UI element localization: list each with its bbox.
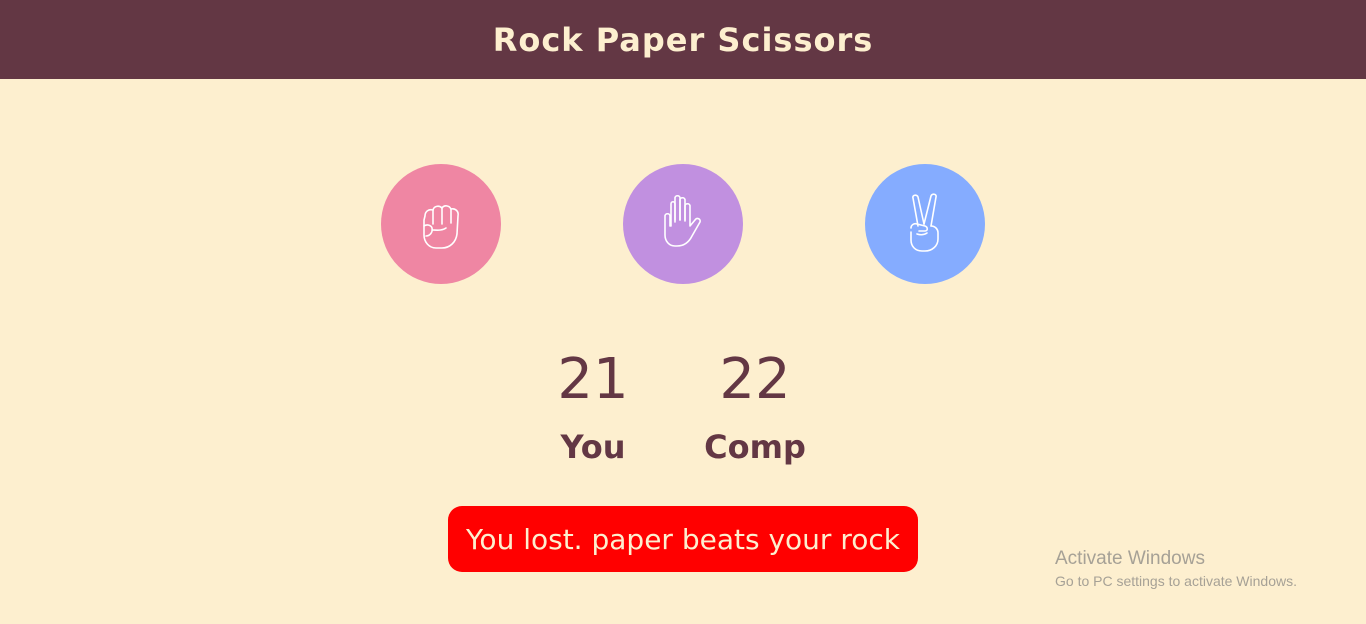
watermark-subtitle: Go to PC settings to activate Windows. bbox=[1055, 573, 1297, 589]
user-score-label: You bbox=[560, 428, 626, 466]
rock-choice-button[interactable] bbox=[381, 164, 501, 284]
page-title: Rock Paper Scissors bbox=[492, 20, 874, 59]
app-header: Rock Paper Scissors bbox=[0, 0, 1366, 79]
scissors-choice-button[interactable] bbox=[865, 164, 985, 284]
user-score-block: 21 You bbox=[523, 345, 663, 477]
user-score: 21 bbox=[557, 347, 629, 412]
comp-score-block: 22 Comp bbox=[685, 345, 825, 477]
result-message: You lost. paper beats your rock bbox=[448, 506, 918, 572]
watermark-title: Activate Windows bbox=[1055, 548, 1205, 569]
windows-activation-watermark: Activate Windows Go to PC settings to ac… bbox=[1055, 547, 1297, 591]
peace-hand-icon bbox=[910, 193, 939, 252]
paper-choice-button[interactable] bbox=[623, 164, 743, 284]
comp-score-label: Comp bbox=[704, 428, 806, 466]
fist-icon bbox=[423, 205, 459, 249]
open-hand-icon bbox=[664, 194, 701, 247]
comp-score: 22 bbox=[719, 347, 791, 412]
